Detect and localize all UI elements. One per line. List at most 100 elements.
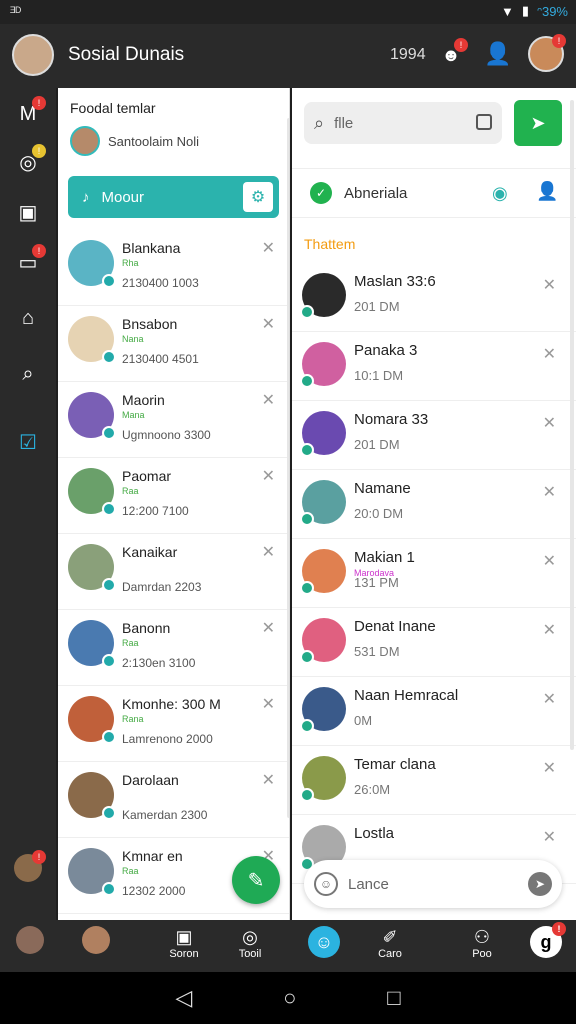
profile-avatar[interactable] xyxy=(12,34,54,76)
list-item[interactable]: Banonn Raa 2:130en 3100 ✕ xyxy=(58,610,289,686)
close-icon[interactable]: ✕ xyxy=(262,466,275,486)
list-item[interactable]: Namane 20:0 DM ✕ xyxy=(292,470,576,539)
close-icon[interactable]: ✕ xyxy=(543,689,556,709)
recents-icon[interactable]: □ xyxy=(387,985,400,1011)
contact-name: Paomar xyxy=(122,468,172,484)
battery-text: ᵔ39% xyxy=(537,3,568,19)
search-icon[interactable]: ⌕ xyxy=(14,360,42,388)
list-item[interactable]: Kmonhe: 300 M Rana Lamrenono 2000 ✕ xyxy=(58,686,289,762)
person-icon[interactable]: 👤 xyxy=(536,181,558,202)
close-icon[interactable]: ✕ xyxy=(543,827,556,847)
check-icon[interactable]: ☑ xyxy=(14,428,42,456)
close-icon[interactable]: ✕ xyxy=(543,620,556,640)
contact-name: Kmonhe: 300 M xyxy=(122,696,221,712)
camera-icon[interactable]: ◎ Tooil xyxy=(220,926,280,960)
contacts-panel: Foodal temlar Santoolaim Noli ♪ Moour ⚙ … xyxy=(58,88,290,920)
list-item[interactable]: Paomar Raa 12:200 7100 ✕ xyxy=(58,458,289,534)
tv-icon[interactable]: ▭! xyxy=(14,244,46,276)
list-item[interactable]: Naan Hemracal 0M ✕ xyxy=(292,677,576,746)
avatar-icon[interactable] xyxy=(66,926,126,954)
new-chat-fab[interactable]: ✎ xyxy=(232,856,280,904)
status-dot xyxy=(102,502,116,516)
close-icon[interactable]: ✕ xyxy=(262,770,275,790)
contact-meta: 2130400 1003 xyxy=(122,276,199,290)
list-item[interactable]: Maslan 33:6 201 DM ✕ xyxy=(292,263,576,332)
list-item[interactable]: Blankana Rha 2130400 1003 ✕ xyxy=(58,230,289,306)
panel-title: Foodal temlar xyxy=(70,100,156,116)
close-icon[interactable]: ✕ xyxy=(543,551,556,571)
square-icon[interactable]: ▣ xyxy=(14,198,42,226)
contact-tag: Mana xyxy=(122,410,145,420)
close-icon[interactable]: ✕ xyxy=(262,238,275,258)
close-icon[interactable]: ✕ xyxy=(262,694,275,714)
compose-bar[interactable]: ☺ Lance ➤ xyxy=(304,860,562,908)
status-left: ᴲᴰ xyxy=(10,4,22,19)
list-item[interactable]: Maorin Mana Ugmnoono 3300 ✕ xyxy=(58,382,289,458)
user-avatar-button[interactable]: ! xyxy=(528,34,566,72)
chat-avatar xyxy=(300,411,346,457)
contact-avatar xyxy=(68,392,116,440)
edit-icon[interactable]: ✐ Caro xyxy=(360,926,420,960)
list-item[interactable]: Temar clana 26:0M ✕ xyxy=(292,746,576,815)
contact-tag: Rana xyxy=(122,714,144,724)
tab-label[interactable]: Abneriala xyxy=(344,185,407,202)
contact-name: Darolaan xyxy=(122,772,179,788)
person-icon[interactable]: 👤 xyxy=(484,40,512,68)
chat-time: 131 PM xyxy=(354,575,399,590)
emoji-icon[interactable]: ☺ xyxy=(314,872,338,896)
avatar-icon[interactable] xyxy=(0,926,60,954)
close-icon[interactable]: ✕ xyxy=(543,482,556,502)
close-icon[interactable]: ✕ xyxy=(262,390,275,410)
close-icon[interactable]: ✕ xyxy=(262,314,275,334)
close-icon[interactable]: ✕ xyxy=(543,413,556,433)
search-label: Moour xyxy=(101,188,145,206)
close-icon[interactable]: ✕ xyxy=(262,618,275,638)
square-icon[interactable]: ▣ Soron xyxy=(154,926,214,960)
chat-avatar xyxy=(300,273,346,319)
list-item[interactable]: Darolaan Kamerdan 2300 ✕ xyxy=(58,762,289,838)
filter-button[interactable]: ⚙ xyxy=(243,182,273,212)
status-dot xyxy=(300,374,314,388)
close-icon[interactable]: ✕ xyxy=(543,344,556,364)
clipboard-icon[interactable] xyxy=(476,114,492,130)
mail-icon[interactable]: M! xyxy=(14,96,46,128)
scrollbar[interactable] xyxy=(287,118,289,818)
chat-time: 26:0M xyxy=(354,782,391,797)
contact-tag: Raa xyxy=(122,486,139,496)
list-item[interactable]: Denat Inane 531 DM ✕ xyxy=(292,608,576,677)
chat-name: Lostla xyxy=(354,825,395,842)
camera-icon[interactable]: ◎! xyxy=(14,144,46,176)
list-item[interactable]: Makian 1 Marodava 131 PM ✕ xyxy=(292,539,576,608)
send-icon[interactable]: ➤ xyxy=(528,872,552,896)
search-input[interactable]: ⌕ flle xyxy=(304,102,502,144)
close-icon[interactable]: ✕ xyxy=(262,542,275,562)
chat-time: 20:0 DM xyxy=(354,506,404,521)
game-controller-icon[interactable]: ☻! xyxy=(438,38,468,68)
scrollbar[interactable] xyxy=(570,100,574,750)
status-dot xyxy=(102,350,116,364)
group-icon[interactable]: ⚇ Poo xyxy=(452,926,512,960)
chat-icon[interactable]: ✓ xyxy=(310,182,332,204)
section-label: Thattem xyxy=(304,236,356,252)
chat-name: Makian 1 xyxy=(354,549,415,566)
home-circle-icon[interactable]: ○ xyxy=(283,985,296,1011)
list-item[interactable]: Panaka 3 10:1 DM ✕ xyxy=(292,332,576,401)
profile-icon[interactable]: g! xyxy=(516,922,576,958)
close-icon[interactable]: ✕ xyxy=(543,758,556,778)
close-icon[interactable]: ✕ xyxy=(543,275,556,295)
people-icon[interactable]: ☺ xyxy=(294,926,354,958)
home-icon[interactable]: ⌂ xyxy=(14,304,42,332)
chat-avatar xyxy=(300,480,346,526)
list-item[interactable]: Nomara 33 201 DM ✕ xyxy=(292,401,576,470)
status-dot xyxy=(300,719,314,733)
list-item[interactable]: Kanaikar Damrdan 2203 ✕ xyxy=(58,534,289,610)
search-bar[interactable]: ♪ Moour ⚙ xyxy=(68,176,279,218)
contact-list: Blankana Rha 2130400 1003 ✕ Bnsabon Nana… xyxy=(58,230,289,914)
battery-icon: ▮ xyxy=(521,3,530,18)
send-button[interactable]: ➤ xyxy=(514,100,562,146)
contact-meta: Kamerdan 2300 xyxy=(122,808,208,822)
list-item[interactable]: Bnsabon Nana 2130400 4501 ✕ xyxy=(58,306,289,382)
rail-avatar[interactable]: ! xyxy=(14,850,46,882)
webcam-icon[interactable]: ◉ xyxy=(492,183,508,204)
back-icon[interactable]: ◁ xyxy=(175,985,192,1011)
